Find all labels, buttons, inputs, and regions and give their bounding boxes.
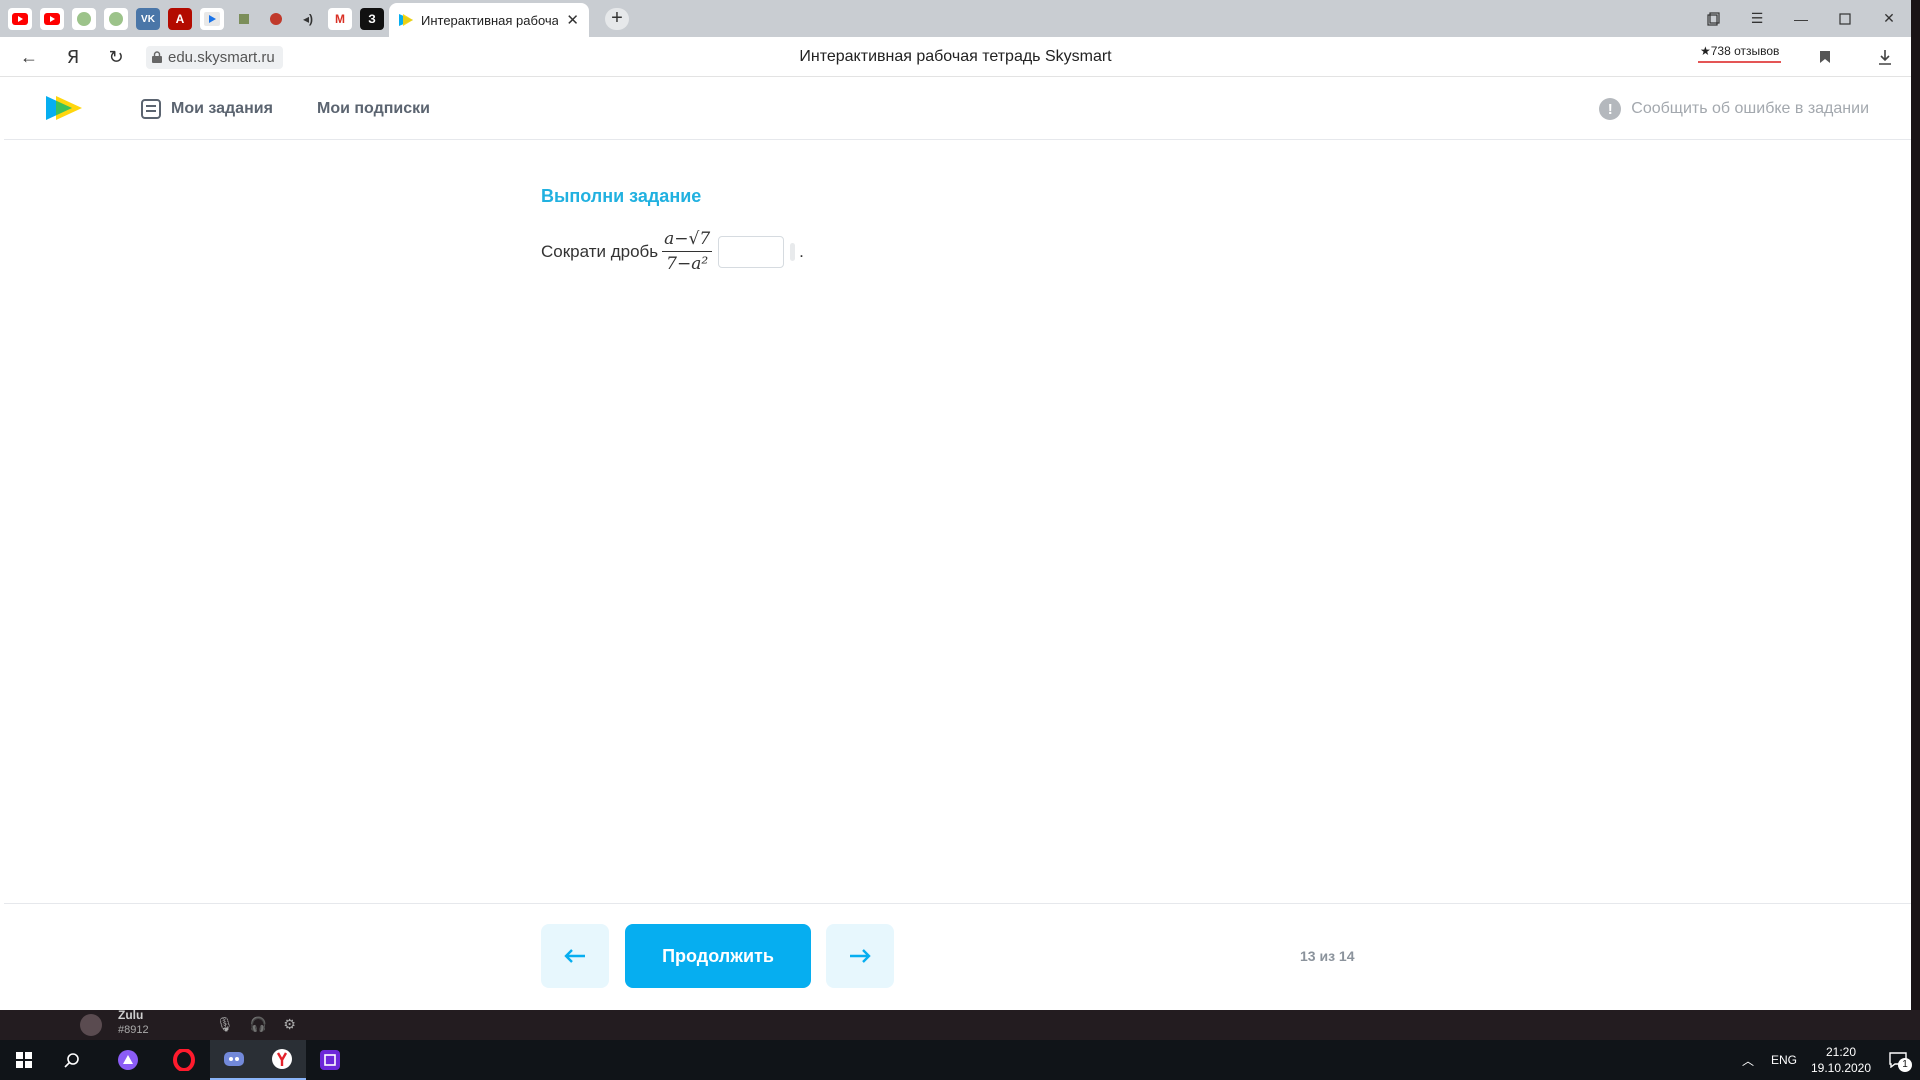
discord-icon[interactable] — [210, 1040, 258, 1080]
nav-my-tasks[interactable]: Мои задания — [141, 78, 273, 140]
globe-icon[interactable] — [72, 8, 96, 30]
task-content: Выполни задание Сократи дробь a−√7 7−a² … — [4, 141, 1911, 903]
continue-button[interactable]: Продолжить — [625, 924, 811, 988]
play-icon[interactable] — [200, 8, 224, 30]
windows-taskbar: ︿ ENG 21:20 19.10.2020 1 — [0, 1040, 1920, 1080]
settings-gear-icon[interactable]: ⚙ — [283, 1016, 296, 1033]
browser-window: VK A ◂) M З Интерактивная рабочая тетрад… — [0, 0, 1911, 1010]
globe-icon[interactable] — [104, 8, 128, 30]
reload-icon[interactable]: ↻ — [99, 37, 133, 77]
discord-controls: 🎙 🎧 ⚙ — [216, 1016, 296, 1033]
tasks-icon — [141, 99, 161, 119]
chevron-up-icon[interactable]: ︿ — [1734, 1052, 1762, 1069]
system-tray: ︿ ENG 21:20 19.10.2020 1 — [1734, 1040, 1920, 1080]
fraction-numerator: a−√7 — [664, 229, 711, 249]
yandex-icon[interactable]: Я — [56, 37, 90, 77]
reviews-badge[interactable]: ★738 отзывов — [1698, 44, 1782, 63]
trailing-period: . — [799, 241, 804, 261]
notification-icon[interactable]: 1 — [1876, 1052, 1920, 1072]
bookmark-icon[interactable] — [1808, 37, 1842, 77]
nav-my-subscriptions[interactable]: Мои подписки — [317, 78, 430, 140]
window-controls: ☰ — ✕ — [1691, 0, 1911, 37]
arrow-right-icon — [850, 949, 871, 963]
menu-icon[interactable]: ☰ — [1735, 0, 1779, 37]
url-text: edu.skysmart.ru — [168, 49, 275, 66]
lock-icon — [152, 51, 162, 63]
microphone-icon[interactable]: 🎙 — [216, 1016, 234, 1033]
skysmart-icon — [399, 13, 413, 27]
report-error-link[interactable]: ! Сообщить об ошибке в задании — [1599, 78, 1869, 140]
fraction-bar — [662, 251, 713, 252]
app-icon[interactable] — [264, 8, 288, 30]
arrow-left-icon — [564, 949, 585, 963]
collections-icon[interactable] — [1691, 0, 1735, 37]
address-bar: Интерактивная рабочая тетрадь Skysmart ←… — [0, 37, 1911, 77]
app-icon[interactable] — [306, 1040, 354, 1080]
nav-my-tasks-label: Мои задания — [171, 100, 273, 117]
fraction: a−√7 7−a² — [662, 229, 713, 274]
yandex-browser-icon[interactable] — [258, 1040, 306, 1080]
discord-username: Zulu — [118, 1008, 144, 1022]
nav-my-subscriptions-label: Мои подписки — [317, 100, 431, 117]
window-close-icon[interactable]: ✕ — [1867, 0, 1911, 37]
headphones-icon[interactable]: 🎧 — [250, 1016, 267, 1033]
discord-tag: #8912 — [118, 1024, 149, 1036]
skysmart-logo[interactable] — [46, 94, 82, 122]
report-error-label: Сообщить об ошибке в задании — [1631, 100, 1869, 117]
task-prompt: Сократи дробь — [541, 241, 659, 261]
avatar[interactable] — [80, 1014, 102, 1036]
app-icon[interactable] — [232, 8, 256, 30]
youtube-icon[interactable] — [40, 8, 64, 30]
prev-button[interactable] — [541, 924, 609, 988]
task-counter: 13 из 14 — [1300, 948, 1355, 964]
minimize-icon[interactable]: — — [1779, 0, 1823, 37]
z-icon[interactable]: З — [360, 8, 384, 30]
new-tab-button[interactable]: + — [605, 8, 629, 30]
pinned-tabs: VK A ◂) M З — [8, 8, 384, 30]
discord-panel: Zulu #8912 🎙 🎧 ⚙ — [0, 1008, 1920, 1040]
opera-icon[interactable] — [160, 1040, 208, 1080]
clock-date: 19.10.2020 — [1810, 1061, 1872, 1075]
windows-start-icon[interactable] — [0, 1040, 48, 1080]
task-line: Сократи дробь a−√7 7−a² . — [541, 229, 804, 274]
warning-icon: ! — [1599, 98, 1622, 120]
browser-page-title: Интерактивная рабочая тетрадь Skysmart — [799, 48, 1112, 65]
alice-icon[interactable] — [104, 1040, 152, 1080]
clock-time: 21:20 — [1825, 1045, 1857, 1059]
clock[interactable]: 21:20 19.10.2020 — [1806, 1044, 1876, 1076]
vk-icon[interactable]: VK — [136, 8, 160, 30]
next-button[interactable] — [826, 924, 894, 988]
back-icon[interactable]: ← — [12, 37, 46, 77]
answer-input[interactable] — [718, 235, 785, 268]
search-icon[interactable] — [48, 1040, 96, 1080]
fraction-denominator: 7−a² — [666, 254, 709, 274]
tab-title: Интерактивная рабочая тетрадь Skysmart — [421, 12, 559, 28]
close-icon[interactable]: ✕ — [566, 11, 579, 29]
notification-count: 1 — [1898, 1058, 1912, 1072]
tab-bar: VK A ◂) M З Интерактивная рабочая тетрад… — [0, 0, 1911, 37]
tab-active[interactable]: Интерактивная рабочая тетрадь Skysmart ✕ — [389, 3, 589, 37]
download-icon[interactable] — [1868, 37, 1902, 77]
site-header: Мои задания Мои подписки ! Сообщить об о… — [4, 78, 1911, 140]
audio-icon[interactable]: ◂) — [296, 8, 320, 30]
input-handle — [790, 242, 796, 261]
task-footer: Продолжить 13 из 14 — [4, 903, 1911, 1010]
gmail-icon[interactable]: M — [328, 8, 352, 30]
url-field[interactable]: edu.skysmart.ru — [146, 46, 283, 69]
task-heading: Выполни задание — [541, 186, 702, 206]
maximize-icon[interactable] — [1823, 0, 1867, 37]
acrobat-icon[interactable]: A — [168, 8, 192, 30]
youtube-icon[interactable] — [8, 8, 32, 30]
language-indicator[interactable]: ENG — [1762, 1053, 1806, 1067]
